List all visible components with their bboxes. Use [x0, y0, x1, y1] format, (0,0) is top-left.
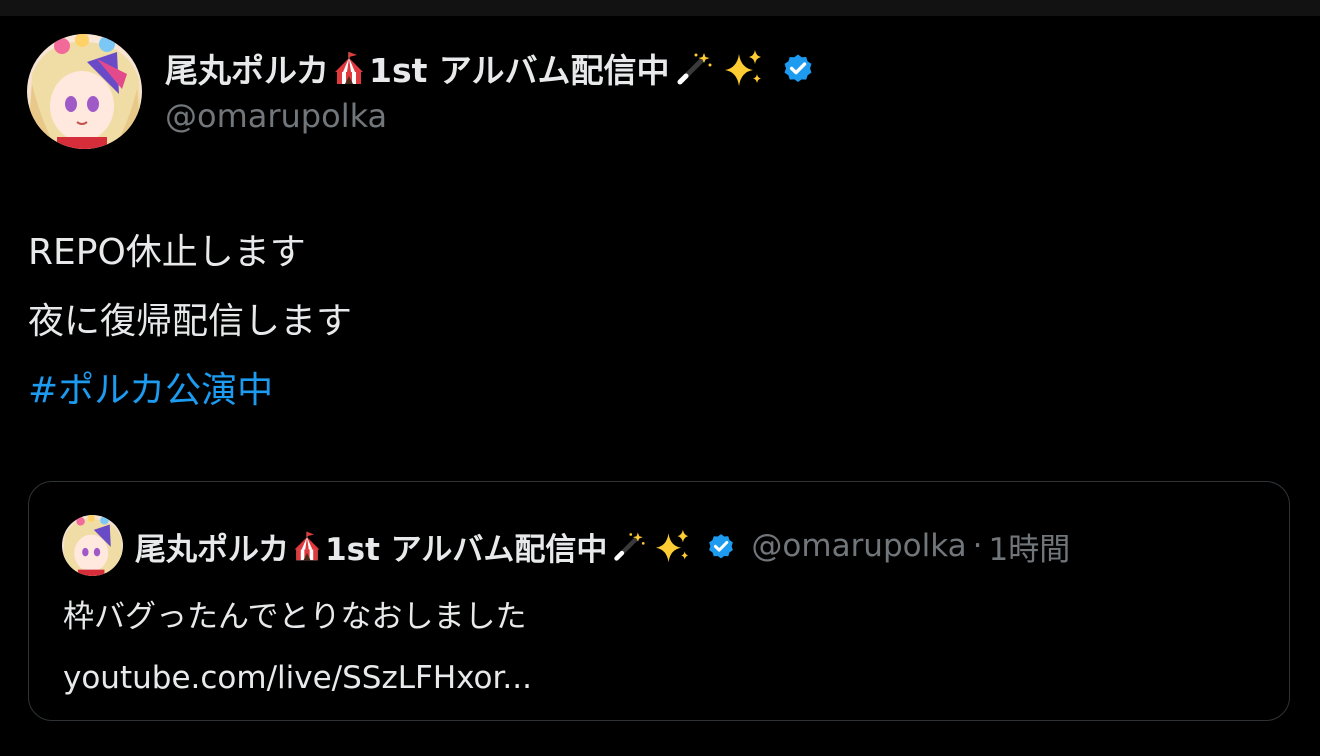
top-edge-strip	[0, 0, 1320, 16]
author-display-name[interactable]: 尾丸ポルカ	[165, 44, 329, 92]
author-name-line[interactable]: 尾丸ポルカ 1st アルバム配信中	[165, 40, 816, 96]
quoted-line-1: 枠バグったんでとりなおしました	[63, 599, 527, 635]
circus-tent-icon	[330, 49, 368, 87]
verified-badge-icon	[705, 530, 737, 562]
quoted-timestamp[interactable]: 1時間	[988, 524, 1070, 569]
tweet-line-1: REPO休止します	[28, 232, 306, 273]
sparkles-icon	[722, 48, 766, 88]
quoted-name-suffix[interactable]: 1st アルバム配信中	[325, 524, 607, 569]
sparkles-icon	[653, 528, 693, 564]
quoted-tweet-card[interactable]: 尾丸ポルカ 1st アルバム配信中 @omarupolka · 1時間 枠バグっ…	[28, 481, 1290, 721]
quoted-link[interactable]: youtube.com/live/SSzLFHxor...	[63, 648, 532, 709]
tweet-body: REPO休止します 夜に復帰配信します #ポルカ公演中	[28, 218, 352, 425]
quoted-tweet-body: 枠バグったんでとりなおしました youtube.com/live/SSzLFHx…	[63, 587, 532, 709]
tweet-author-header: 尾丸ポルカ 1st アルバム配信中 @omarupolka	[165, 40, 816, 135]
magic-wand-icon	[609, 529, 649, 563]
circus-tent-icon	[290, 529, 324, 563]
quoted-author-header: 尾丸ポルカ 1st アルバム配信中 @omarupolka · 1時間	[135, 518, 1070, 574]
verified-badge-icon	[780, 50, 816, 86]
quoted-display-name[interactable]: 尾丸ポルカ	[135, 524, 289, 569]
quoted-handle[interactable]: @omarupolka	[751, 528, 966, 564]
hashtag-link[interactable]: #ポルカ公演中	[28, 356, 352, 425]
tweet-line-2: 夜に復帰配信します	[28, 301, 353, 342]
magic-wand-icon	[672, 49, 716, 87]
author-avatar[interactable]	[27, 34, 142, 149]
quoted-author-avatar[interactable]	[62, 515, 123, 576]
author-handle[interactable]: @omarupolka	[165, 97, 816, 135]
separator-dot: ·	[972, 528, 983, 564]
author-name-suffix[interactable]: 1st アルバム配信中	[369, 44, 670, 92]
